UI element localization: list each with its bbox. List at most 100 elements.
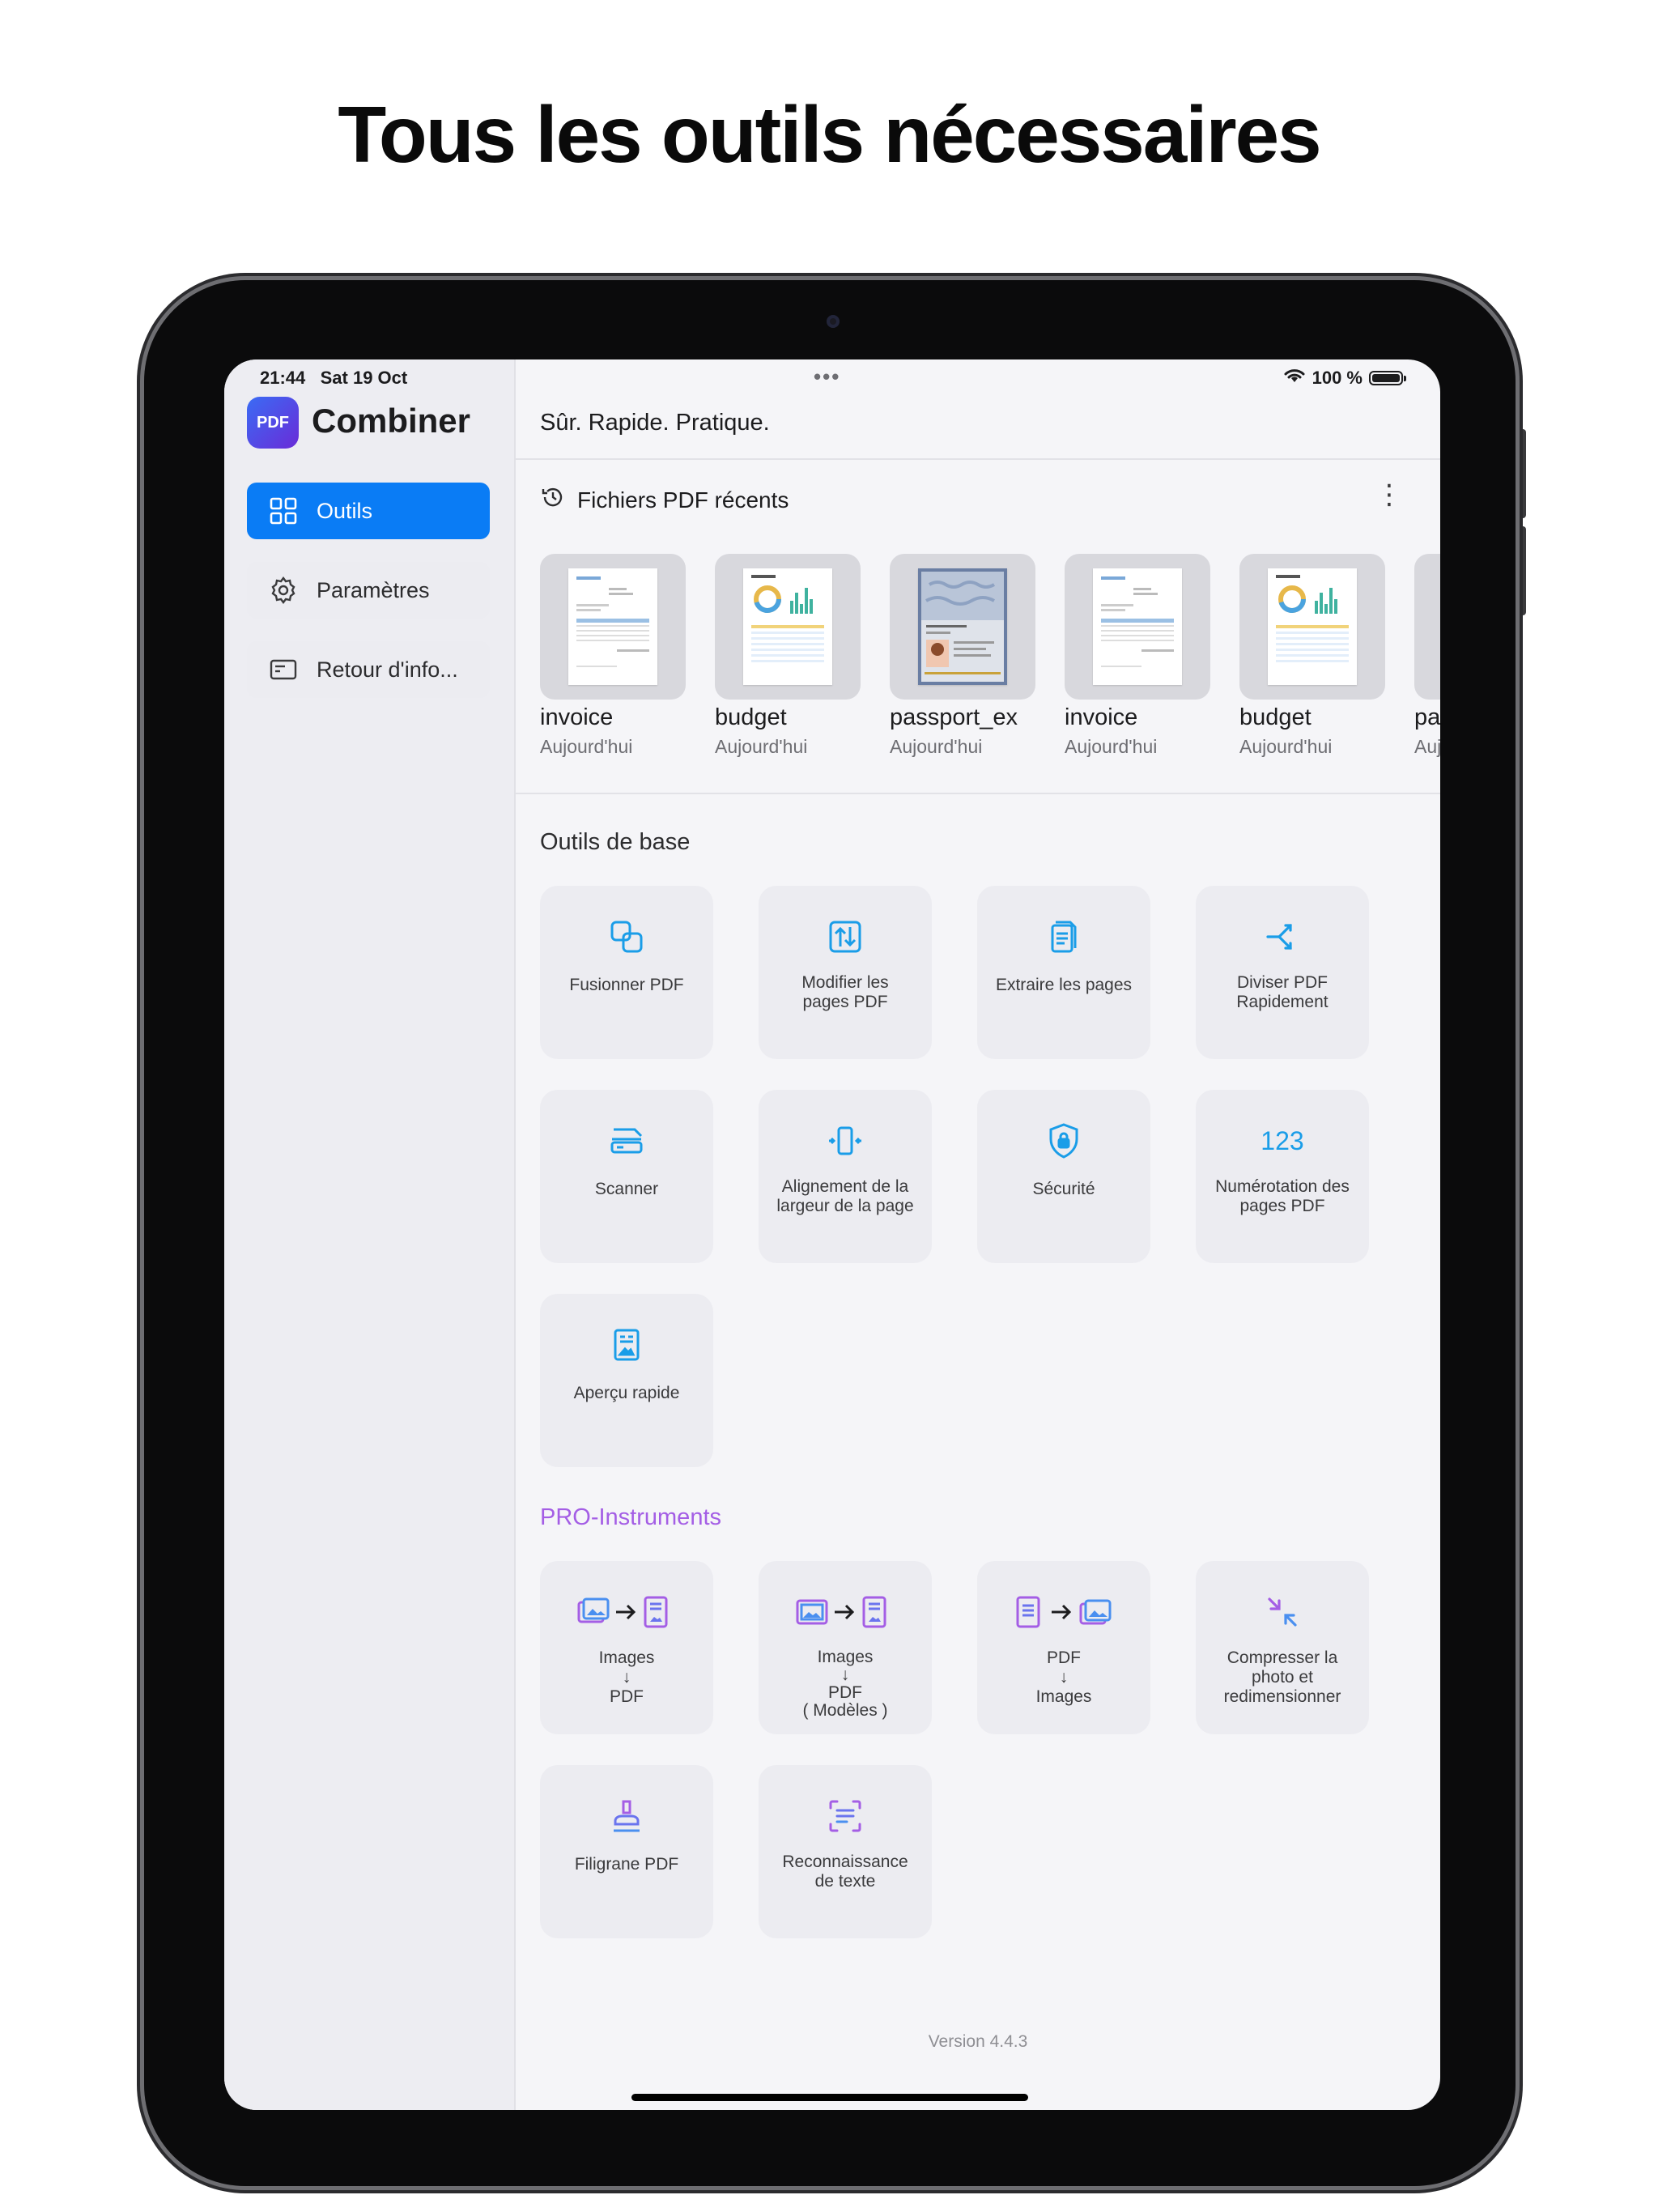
- grid-icon: [268, 496, 299, 526]
- file-thumbnail: [1239, 554, 1385, 700]
- tool-extract-pages[interactable]: Extraire les pages: [977, 886, 1150, 1059]
- gear-icon: [268, 575, 299, 606]
- tool-label: Extraire les pages: [995, 976, 1133, 994]
- tool-pdf-to-images[interactable]: PDF ↓ Images: [977, 1561, 1150, 1734]
- sidebar-item-label: Outils: [317, 498, 373, 523]
- quick-preview-icon: [540, 1325, 713, 1365]
- screen: PDF Combiner Outils Paramètres Retour d'…: [224, 359, 1440, 2110]
- scanner-icon: [540, 1121, 713, 1161]
- tool-label: Scanner: [594, 1180, 659, 1198]
- compress-icon: [1196, 1592, 1369, 1632]
- recent-file[interactable]: pa Auj: [1414, 554, 1440, 758]
- sidebar-item-outils[interactable]: Outils: [247, 483, 490, 539]
- tool-merge-pdf[interactable]: Fusionner PDF: [540, 886, 713, 1059]
- basic-tools-title: Outils de base: [540, 829, 691, 855]
- tool-edit-pages[interactable]: Modifier les pages PDF: [759, 886, 932, 1059]
- tool-split-pdf[interactable]: Diviser PDF Rapidement: [1196, 886, 1369, 1059]
- tool-page-width-alignment[interactable]: Alignement de la largeur de la page: [759, 1090, 932, 1263]
- recent-file[interactable]: invoice Aujourd'hui: [1065, 554, 1210, 758]
- history-icon: [540, 484, 566, 516]
- file-date: Aujourd'hui: [540, 736, 633, 757]
- sidebar-item-label: Paramètres: [317, 577, 430, 602]
- tool-label: Diviser PDF Rapidement: [1236, 973, 1329, 1011]
- status-time: 21:44 Sat 19 Oct: [260, 368, 408, 388]
- file-date: Aujourd'hui: [715, 736, 808, 757]
- tool-page-numbering[interactable]: 123 Numérotation des pages PDF: [1196, 1090, 1369, 1263]
- feedback-icon: [268, 654, 299, 685]
- tool-label: Filigrane PDF: [574, 1855, 679, 1874]
- main-content: Sûr. Rapide. Pratique. Fichiers PDF réce…: [516, 359, 1440, 2110]
- tool-security[interactable]: Sécurité: [977, 1090, 1150, 1263]
- recent-files-header: Fichiers PDF récents: [540, 484, 789, 516]
- file-date: Aujourd'hui: [1065, 736, 1158, 757]
- sidebar-item-parametres[interactable]: Paramètres: [247, 562, 490, 619]
- file-date: Aujourd'hui: [890, 736, 983, 757]
- tool-compress-photo[interactable]: Compresser la photo et redimensionner: [1196, 1561, 1369, 1734]
- tool-label: Alignement de la largeur de la page: [776, 1177, 914, 1215]
- tool-label: Reconnaissance de texte: [782, 1853, 908, 1891]
- split-icon: [1196, 917, 1369, 957]
- file-thumbnail: [1065, 554, 1210, 700]
- recent-file[interactable]: budget Aujourd'hui: [715, 554, 861, 758]
- merge-icon: [540, 917, 713, 957]
- app-logo: PDF: [247, 397, 299, 449]
- align-width-icon: [759, 1121, 932, 1161]
- ocr-icon: [759, 1796, 932, 1836]
- tool-label: Sécurité: [1032, 1180, 1095, 1198]
- tool-label: Numérotation des pages PDF: [1215, 1177, 1350, 1215]
- sidebar: PDF Combiner Outils Paramètres Retour d'…: [224, 359, 516, 2110]
- images-to-pdf-icon: [540, 1592, 713, 1632]
- extract-pages-icon: [977, 917, 1150, 957]
- file-thumbnail: [890, 554, 1035, 700]
- file-name: passport_ex: [890, 704, 1018, 730]
- recent-file[interactable]: budget Aujourd'hui: [1239, 554, 1385, 758]
- tool-label: Aperçu rapide: [573, 1384, 680, 1402]
- divider: [516, 458, 1440, 460]
- home-indicator[interactable]: [631, 2094, 1028, 2101]
- more-options-icon[interactable]: ⋮: [1375, 481, 1403, 508]
- front-camera: [827, 315, 840, 328]
- shield-lock-icon: [977, 1121, 1150, 1161]
- sidebar-item-retour[interactable]: Retour d'info...: [247, 641, 490, 698]
- tool-scanner[interactable]: Scanner: [540, 1090, 713, 1263]
- file-name: budget: [1239, 704, 1312, 730]
- file-date: Auj: [1414, 736, 1440, 757]
- pdf-to-images-icon: [977, 1592, 1150, 1632]
- images-templates-icon: [759, 1592, 932, 1632]
- tool-label: Fusionner PDF: [569, 976, 684, 994]
- volume-down-button: [1520, 526, 1526, 615]
- tool-label: Images ↓ PDF: [598, 1648, 655, 1706]
- version-label: Version 4.4.3: [928, 2032, 1028, 2051]
- tool-label: Modifier les pages PDF: [801, 973, 889, 1011]
- tool-watermark[interactable]: Filigrane PDF: [540, 1765, 713, 1938]
- tool-quick-preview[interactable]: Aperçu rapide: [540, 1294, 713, 1467]
- app-tagline: Sûr. Rapide. Pratique.: [540, 410, 770, 436]
- tool-text-recognition[interactable]: Reconnaissance de texte: [759, 1765, 932, 1938]
- top-button: [1287, 274, 1409, 280]
- tool-label: Images ↓ PDF ( Modèles ): [802, 1648, 888, 1720]
- recent-file[interactable]: passport_ex Aujourd'hui: [890, 554, 1035, 758]
- file-name: pa: [1414, 704, 1440, 730]
- file-name: invoice: [540, 704, 614, 730]
- pro-tools-title: PRO-Instruments: [540, 1504, 721, 1530]
- file-date: Aujourd'hui: [1239, 736, 1333, 757]
- tool-images-to-pdf-templates[interactable]: Images ↓ PDF ( Modèles ): [759, 1561, 932, 1734]
- numbering-icon: 123: [1261, 1125, 1304, 1155]
- recent-file[interactable]: invoice Aujourd'hui: [540, 554, 686, 758]
- tool-label: Compresser la photo et redimensionner: [1223, 1648, 1341, 1706]
- page-headline: Tous les outils nécessaires: [338, 90, 1321, 179]
- recent-files-list: invoice Aujourd'hui budget Aujourd'hui p…: [540, 554, 1440, 772]
- stamp-icon: [540, 1796, 713, 1836]
- divider: [516, 793, 1440, 794]
- file-name: invoice: [1065, 704, 1138, 730]
- volume-up-button: [1520, 429, 1526, 518]
- file-name: budget: [715, 704, 787, 730]
- file-thumbnail: [715, 554, 861, 700]
- recent-files-title: Fichiers PDF récents: [577, 487, 789, 513]
- tool-label: PDF ↓ Images: [1035, 1648, 1092, 1706]
- file-thumbnail: [1414, 554, 1440, 700]
- app-name: Combiner: [312, 402, 471, 440]
- file-thumbnail: [540, 554, 686, 700]
- edit-pages-icon: [759, 917, 932, 957]
- tool-images-to-pdf[interactable]: Images ↓ PDF: [540, 1561, 713, 1734]
